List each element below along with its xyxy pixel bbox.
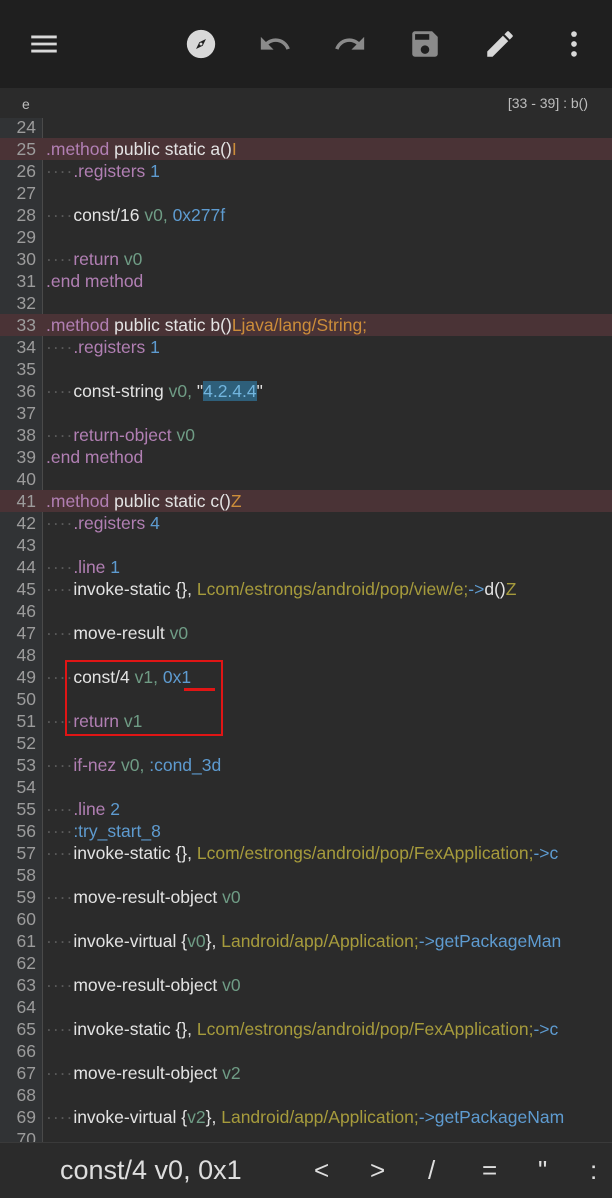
key-less-than[interactable]: < (314, 1155, 329, 1186)
code-line: 63 ····move-result-object v0 (16, 975, 241, 995)
code-line: 62 (16, 953, 36, 973)
code-line: 58 (16, 865, 36, 885)
code-line: 33 .method public static b()Ljava/lang/S… (0, 314, 612, 336)
code-line: 44 ····.line 1 (16, 557, 121, 577)
key-colon[interactable]: : (590, 1155, 597, 1186)
code-line: 60 (16, 909, 36, 929)
code-line: 29 (16, 227, 36, 247)
code-line: 31 .end method (16, 271, 144, 291)
code-line: 53 ····if-nez v0, :cond_3d (16, 755, 222, 775)
code-line: 50 (16, 689, 36, 709)
code-line: 37 (16, 403, 36, 423)
symbol-input-bar: const/4 v0, 0x1 < > / = " : (0, 1142, 612, 1198)
code-line: 26 ····.registers 1 (16, 161, 160, 181)
code-line: 27 (16, 183, 36, 203)
compass-icon[interactable] (177, 20, 225, 68)
code-editor[interactable]: 24 25 .method public static a()I 26 ····… (0, 118, 612, 1142)
code-line: 28 ····const/16 v0, 0x277f (16, 205, 226, 225)
code-line: 56 ····:try_start_8 (16, 821, 161, 841)
code-line: 35 (16, 359, 36, 379)
code-line: 70 (16, 1129, 36, 1142)
code-line: 36 ····const-string v0, "4.2.4.4" (16, 381, 263, 401)
code-line: 46 (16, 601, 36, 621)
code-line: 67 ····move-result-object v2 (16, 1063, 241, 1083)
code-line: 34 ····.registers 1 (16, 337, 160, 357)
code-line: 54 (16, 777, 36, 797)
code-line: 59 ····move-result-object v0 (16, 887, 241, 907)
key-greater-than[interactable]: > (370, 1155, 385, 1186)
code-line: 38 ····return-object v0 (16, 425, 195, 445)
code-line: 55 ····.line 2 (16, 799, 121, 819)
code-line: 64 (16, 997, 36, 1017)
file-name: e (22, 96, 30, 112)
save-icon[interactable] (401, 20, 449, 68)
code-line: 43 (16, 535, 36, 555)
selected-text[interactable]: 4.2.4.4 (203, 381, 257, 401)
code-line: 32 (16, 293, 36, 313)
code-line: 45 ····invoke-static {}, Lcom/estrongs/a… (16, 579, 517, 599)
code-line: 68 (16, 1085, 36, 1105)
code-line: 39 .end method (16, 447, 144, 467)
key-quote[interactable]: " (538, 1155, 547, 1186)
code-line: 65 ····invoke-static {}, Lcom/estrongs/a… (16, 1019, 559, 1039)
code-line: 41 .method public static c()Z (0, 490, 612, 512)
edit-icon[interactable] (476, 20, 524, 68)
more-vert-icon[interactable] (550, 20, 598, 68)
code-line: 48 (16, 645, 36, 665)
undo-icon[interactable] (251, 20, 299, 68)
code-line: 61 ····invoke-virtual {v0}, Landroid/app… (16, 931, 562, 951)
code-line: 49 ····const/4 v1, 0x1 (16, 667, 192, 687)
key-slash[interactable]: / (428, 1155, 435, 1186)
code-line: 24 (16, 118, 36, 137)
code-line: 51 ····return v1 (16, 711, 143, 731)
code-line: 42 ····.registers 4 (16, 513, 160, 533)
cursor-position: [33 - 39] : b() (507, 95, 588, 111)
code-line: 40 (16, 469, 36, 489)
code-line: 47 ····move-result v0 (16, 623, 189, 643)
code-line: 57 ····invoke-static {}, Lcom/estrongs/a… (16, 843, 559, 863)
code-line: 69 ····invoke-virtual {v2}, Landroid/app… (16, 1107, 565, 1127)
redo-icon[interactable] (326, 20, 374, 68)
code-line: 52 (16, 733, 36, 753)
current-line-preview[interactable]: const/4 v0, 0x1 (60, 1155, 242, 1186)
top-toolbar (0, 0, 612, 88)
code-line: 30 ····return v0 (16, 249, 143, 269)
key-equals[interactable]: = (482, 1155, 497, 1186)
editor-status-bar: e [33 - 39] : b() (0, 88, 612, 118)
code-line: 25 .method public static a()I (0, 138, 612, 160)
menu-icon[interactable] (20, 20, 68, 68)
code-line: 66 (16, 1041, 36, 1061)
